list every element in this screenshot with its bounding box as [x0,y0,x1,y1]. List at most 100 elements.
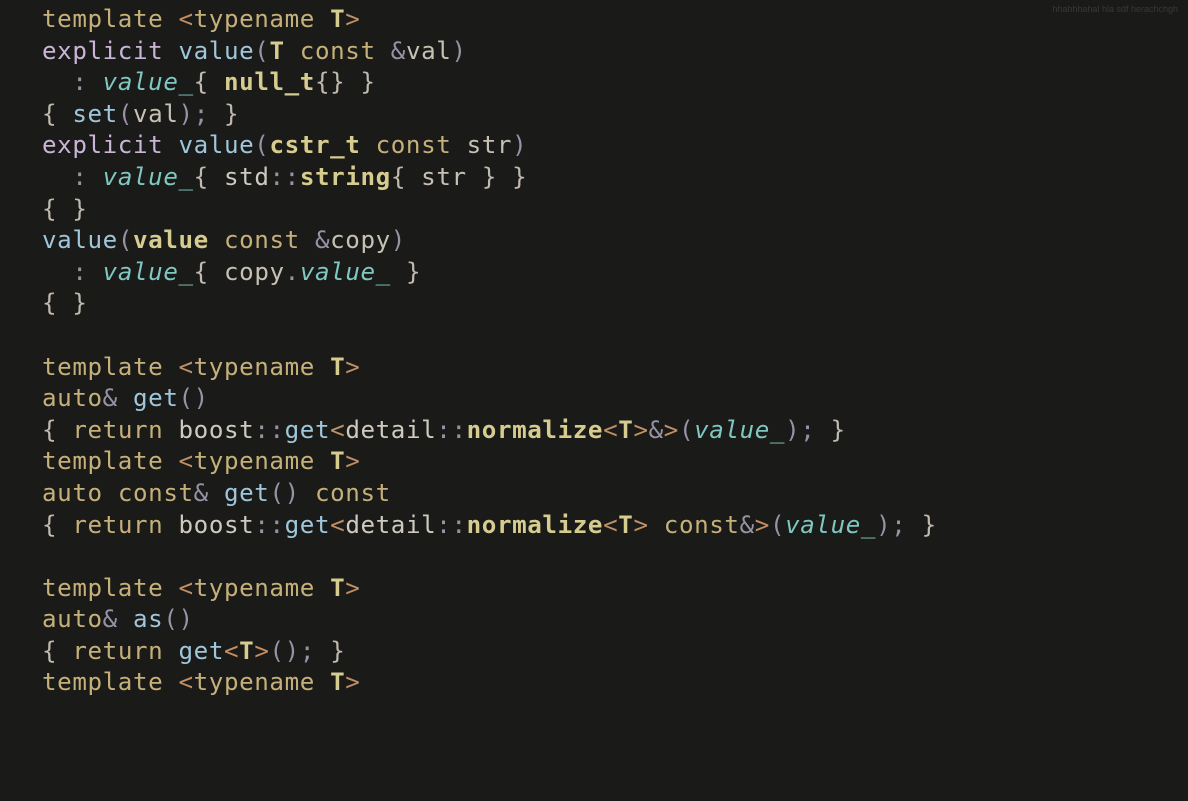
token-kw: template [42,5,163,33]
token-ns: detail [345,511,436,539]
token-ang: < [603,511,618,539]
code-line: { return boost::get<detail::normalize<T>… [42,416,846,444]
watermark-text: hhahhhahal hla sdf herachchgh [1052,4,1178,14]
token-ang: < [163,668,193,696]
code-line: template <typename T> [42,5,360,33]
token-op: : [72,258,87,286]
code-editor-content: template <typename T> explicit value(T c… [0,0,1188,699]
code-line: { } [42,289,88,317]
token-ang: > [633,511,648,539]
token-op: ) [785,416,800,444]
token-op: ; [800,416,815,444]
token-plain [315,5,330,33]
token-kw: template [42,574,163,602]
code-line: : value_{ std::string{ str } } [42,163,527,191]
token-plain [209,100,224,128]
token-ns: boost [179,416,255,444]
token-plain [42,258,72,286]
token-kw: return [72,637,163,665]
token-brc: { [42,100,57,128]
token-kw: typename [194,668,315,696]
token-plain [815,416,830,444]
token-ang: > [633,416,648,444]
token-brc: } [482,163,497,191]
token-fn: get [224,479,270,507]
token-plain [163,511,178,539]
token-ty: T [269,37,284,65]
token-ty: cstr_t [269,131,360,159]
code-line: auto const& get() const [42,479,391,507]
token-fn: get [179,637,225,665]
token-op: ( [118,100,133,128]
token-fn: get [133,384,179,412]
token-plain [906,511,921,539]
code-line: { return boost::get<detail::normalize<T>… [42,511,937,539]
token-brc: { [194,68,209,96]
token-plain [391,258,406,286]
token-kw: const [664,511,740,539]
token-brc: { [194,163,209,191]
token-mem: value_ [103,163,194,191]
token-fn: as [133,605,163,633]
code-line: explicit value(T const &val) [42,37,467,65]
code-line: { return get<T>(); } [42,637,345,665]
token-op: & [194,479,209,507]
token-plain [376,37,391,65]
token-var: str [421,163,467,191]
token-brc: { [42,511,57,539]
token-ang: < [224,637,239,665]
token-op: :: [436,416,466,444]
token-kw: return [72,511,163,539]
token-op: () [269,479,299,507]
token-plain [42,68,72,96]
token-plain [88,258,103,286]
token-plain [57,195,72,223]
token-kw: typename [194,574,315,602]
token-op: ( [118,226,133,254]
token-plain [285,37,300,65]
token-ty: string [300,163,391,191]
token-ang: < [163,574,193,602]
code-line: auto& as() [42,605,194,633]
token-op: :: [270,163,300,191]
token-plain [345,68,360,96]
token-brc: { [42,416,57,444]
token-op: ) [391,226,406,254]
code-line: template <typename T> [42,574,360,602]
token-brc: } [922,511,937,539]
token-brc: } [831,416,846,444]
token-fn: get [285,416,331,444]
token-op: ) [512,131,527,159]
token-ty: T [330,447,345,475]
token-plain [451,131,466,159]
token-ang: < [163,447,193,475]
token-kw: auto [42,479,103,507]
token-plain [163,416,178,444]
token-kw: typename [194,447,315,475]
token-det: normalize [467,416,603,444]
token-ty: T [330,353,345,381]
token-kw: const [315,479,391,507]
token-mem: value_ [694,416,785,444]
token-plain [209,68,224,96]
token-plain [163,131,178,159]
token-plain [118,384,133,412]
token-var: val [406,37,452,65]
token-plain [360,131,375,159]
token-plain [497,163,512,191]
token-plain [57,100,72,128]
token-plain [88,163,103,191]
code-line: { } [42,195,88,223]
token-det: normalize [467,511,603,539]
token-mem: value_ [103,68,194,96]
token-brc: } [406,258,421,286]
token-brc: { [42,195,57,223]
token-ns: boost [179,511,255,539]
token-mem: value_ [103,258,194,286]
token-op: ) [876,511,891,539]
code-line: : value_{ null_t{} } [42,68,376,96]
token-ns: std [224,163,270,191]
token-op: . [285,258,300,286]
code-line: { set(val); } [42,100,239,128]
token-kw: const [300,37,376,65]
